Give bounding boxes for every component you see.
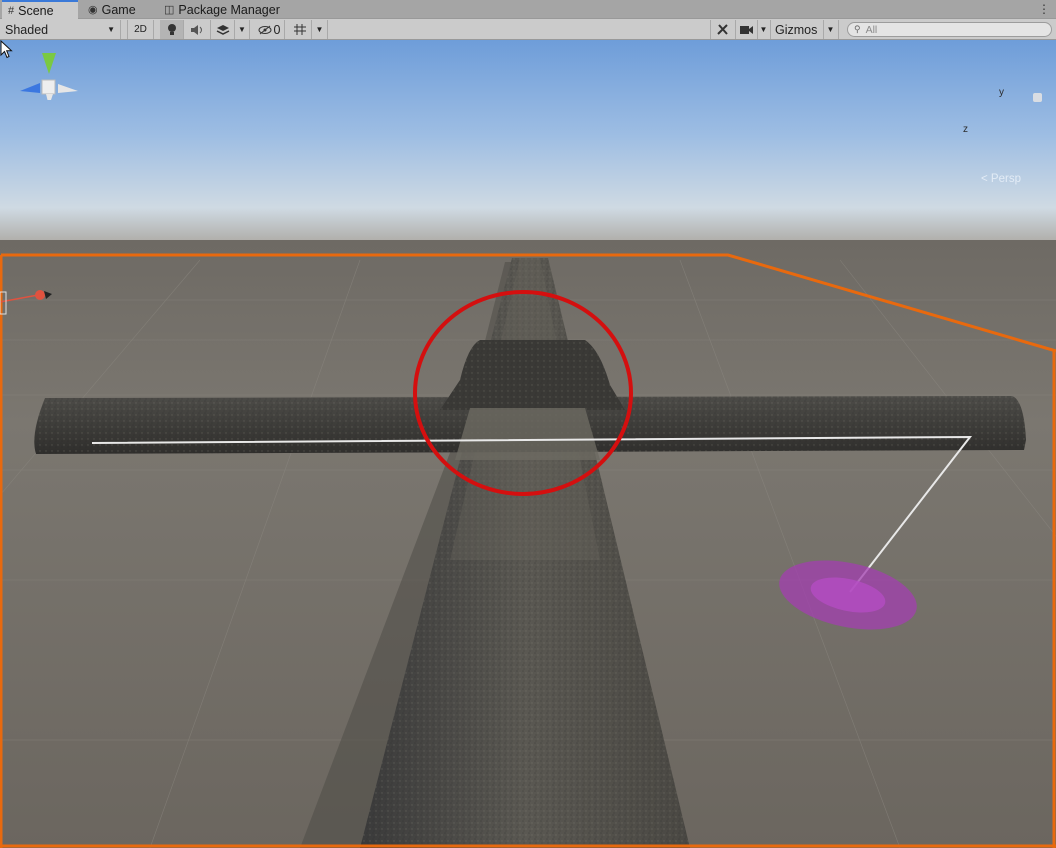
tab-game[interactable]: ◉ Game (82, 0, 158, 19)
tab-game-label: Game (101, 2, 136, 17)
gizmos-toggle-button[interactable]: Gizmos (771, 20, 824, 39)
scene-tools-button[interactable] (710, 20, 736, 39)
chevron-down-icon: ▼ (315, 25, 324, 34)
chevron-down-icon: ▼ (238, 25, 246, 34)
scene-render (0, 40, 1056, 848)
axis-y-label: y (999, 87, 1004, 98)
chevron-down-icon: ▼ (826, 25, 835, 34)
camera-icon (739, 25, 753, 34)
shading-mode-label: Shaded (5, 22, 49, 37)
mouse-cursor-icon (0, 40, 13, 59)
layers-icon (216, 24, 229, 35)
effects-dropdown[interactable]: ▼ (235, 20, 250, 39)
camera-dropdown[interactable]: ▼ (757, 20, 771, 39)
window-tab-strip: # Scene ◉ Game ◫ Package Manager ⋮ (0, 0, 1056, 20)
kebab-menu-icon[interactable]: ⋮ (1038, 2, 1050, 16)
package-icon: ◫ (164, 4, 175, 16)
grid-toggle-button[interactable] (288, 20, 312, 39)
scene-toolbar: Shaded ▼ 2D ▼ 0 ▼ ▼ Gizmos ▼ ⚲ All (0, 19, 1056, 40)
lighting-toggle-button[interactable] (160, 20, 184, 39)
shading-mode-dropdown[interactable]: Shaded ▼ (0, 20, 121, 39)
grid-icon (293, 24, 306, 35)
tab-package-manager-label: Package Manager (178, 2, 280, 17)
audio-toggle-button[interactable] (184, 20, 211, 39)
chevron-left-icon: < (981, 173, 988, 185)
light-gizmo-icon[interactable] (35, 290, 45, 300)
effects-toggle-button[interactable] (211, 20, 235, 39)
search-placeholder: All (865, 23, 878, 36)
tools-icon (717, 24, 728, 35)
hidden-count: 0 (273, 22, 281, 37)
grid-dropdown[interactable]: ▼ (312, 20, 328, 39)
chevron-down-icon: ▼ (759, 25, 768, 34)
light-bulb-icon (167, 24, 176, 35)
axis-y-cone[interactable] (42, 53, 56, 74)
grid-hash-icon: # (8, 5, 15, 17)
axis-z-cone[interactable] (20, 83, 40, 93)
eye-slash-icon (258, 25, 272, 34)
orientation-gizmo[interactable] (0, 40, 96, 100)
tab-scene-label: Scene (18, 4, 54, 18)
lock-icon[interactable] (1033, 93, 1042, 102)
scene-search-input[interactable]: ⚲ All (847, 22, 1052, 37)
scene-viewport[interactable]: y z < Persp (0, 40, 1056, 848)
chevron-down-icon: ▼ (107, 25, 115, 34)
tab-package-manager[interactable]: ◫ Package Manager (158, 0, 298, 19)
skybox (0, 40, 1056, 250)
camera-settings-button[interactable] (736, 20, 758, 39)
tab-scene[interactable]: # Scene (2, 0, 78, 20)
gizmo-center-cube[interactable] (41, 79, 56, 95)
scene-visibility-toggle[interactable]: 0 (254, 20, 285, 39)
axis-z-label: z (963, 124, 968, 135)
toggle-2d-button[interactable]: 2D (127, 20, 154, 39)
projection-toggle[interactable]: < Persp (981, 173, 1021, 185)
search-icon: ⚲ (854, 24, 861, 34)
gamepad-icon: ◉ (88, 4, 98, 16)
speaker-icon (191, 24, 202, 35)
gizmos-dropdown[interactable]: ▼ (823, 20, 839, 39)
projection-label: Persp (990, 173, 1021, 185)
axis-x-cone[interactable] (58, 84, 78, 93)
